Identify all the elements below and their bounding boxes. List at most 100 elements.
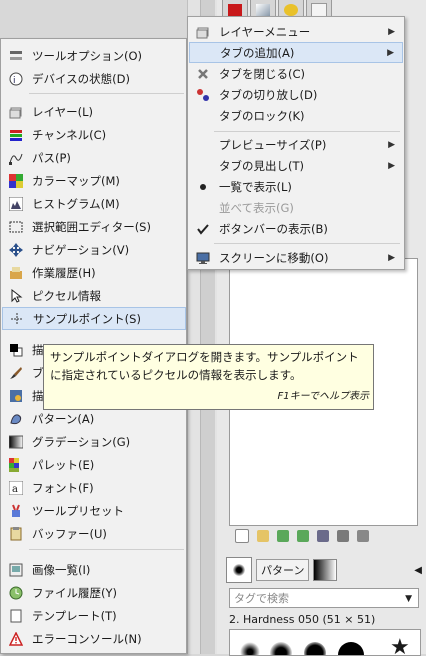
undo-history-icon — [8, 265, 24, 281]
anchor-icon[interactable] — [337, 530, 349, 542]
trash-icon[interactable] — [357, 530, 369, 542]
dock-button-bar — [229, 527, 422, 545]
tag-search-field[interactable]: タグで検索 ▼ — [229, 588, 419, 608]
menu-item-label: ツールオプション(O) — [32, 48, 143, 63]
menu-item-label: グラデーション(G) — [32, 434, 131, 449]
menu-item-navigation[interactable]: ナビゲーション(V) — [2, 238, 186, 261]
menu-item-add-tab[interactable]: タブの追加(A) ▶ — [189, 42, 403, 63]
dock-menu-arrow-icon[interactable]: ◀ — [414, 565, 422, 576]
menu-item-colormap[interactable]: カラーマップ(M) — [2, 169, 186, 192]
menu-item-pointer[interactable]: ピクセル情報 — [2, 284, 186, 307]
menu-item-layers[interactable]: レイヤー(L) — [2, 100, 186, 123]
menu-item-buffers[interactable]: バッファー(U) — [2, 522, 186, 545]
svg-text:a: a — [12, 484, 18, 495]
menu-item-error-console[interactable]: エラーコンソール(N) — [2, 627, 186, 650]
menu-item-tool-options[interactable]: ツールオプション(O) — [2, 44, 186, 67]
menu-item-label: 画像一覧(I) — [32, 562, 91, 577]
duplicate-icon[interactable] — [317, 530, 329, 542]
menu-item-label: ヒストグラム(M) — [32, 196, 120, 211]
menu-item-label: レイヤー(L) — [32, 104, 94, 119]
menu-item-view-as-list[interactable]: 一覧で表示(L) — [189, 176, 403, 197]
star-brush-icon[interactable]: ★ — [390, 637, 410, 656]
menu-item-channels[interactable]: チャンネル(C) — [2, 123, 186, 146]
colormap-icon — [8, 173, 24, 189]
menu-item-label: 選択範囲エディター(S) — [32, 219, 151, 234]
menu-item-tab-style[interactable]: タブの見出し(T) ▶ — [189, 155, 403, 176]
menu-item-fonts[interactable]: a フォント(F) — [2, 476, 186, 499]
menu-item-close-tab[interactable]: タブを閉じる(C) — [189, 63, 403, 84]
menu-item-document-history[interactable]: ファイル履歴(Y) — [2, 581, 186, 604]
templates-icon — [8, 608, 24, 624]
menu-item-label: 一覧で表示(L) — [219, 179, 292, 194]
menu-item-tool-presets[interactable]: ツールプリセット — [2, 499, 186, 522]
sample-points-icon — [9, 311, 25, 327]
menu-item-label: タブを閉じる(C) — [219, 66, 306, 81]
palettes-icon — [8, 457, 24, 473]
patterns-tab[interactable]: パターン — [256, 559, 310, 581]
menu-item-show-button-bar[interactable]: ボタンバーの表示(B) — [189, 218, 403, 239]
brushes-tab[interactable] — [226, 557, 252, 583]
menu-item-paths[interactable]: パス(P) — [2, 146, 186, 169]
radio-selected-icon — [195, 179, 211, 195]
tool-options-icon — [8, 48, 24, 64]
undo-icon — [284, 4, 298, 16]
document-history-icon — [8, 585, 24, 601]
menu-item-templates[interactable]: テンプレート(T) — [2, 604, 186, 627]
menu-separator — [29, 93, 184, 94]
menu-item-label: スクリーンに移動(O) — [219, 250, 329, 265]
menu-item-label: ファイル履歴(Y) — [32, 585, 117, 600]
menu-item-label: デバイスの状態(D) — [32, 71, 130, 86]
paint-dynamics-icon — [8, 388, 24, 404]
brush-grid[interactable]: ★ — [229, 629, 421, 656]
tooltip-line-2: に指定されているピクセルの情報を表示します。 — [50, 368, 302, 382]
menu-item-label: フォント(F) — [32, 480, 94, 495]
folder-icon[interactable] — [257, 530, 269, 542]
menu-item-label: 描 — [32, 388, 44, 403]
brushes-icon — [8, 365, 24, 381]
menu-item-label: ナビゲーション(V) — [32, 242, 130, 257]
new-icon[interactable] — [235, 529, 249, 543]
menu-item-lock-tab[interactable]: タブのロック(K) — [189, 105, 403, 126]
menu-item-label: パレット(E) — [32, 457, 95, 472]
submenu-arrow-icon: ▶ — [387, 47, 394, 58]
submenu-arrow-icon: ▶ — [388, 26, 395, 37]
gradients-tab[interactable] — [313, 559, 338, 581]
menu-item-undo-history[interactable]: 作業履歴(H) — [2, 261, 186, 284]
menu-item-label: タブの見出し(T) — [219, 158, 304, 173]
lower-icon[interactable] — [297, 530, 309, 542]
menu-item-label: プレビューサイズ(P) — [219, 137, 327, 152]
device-status-icon: i — [8, 71, 24, 87]
detach-icon — [195, 87, 211, 103]
menu-item-patterns[interactable]: パターン(A) — [2, 407, 186, 430]
submenu-arrow-icon: ▶ — [388, 252, 395, 263]
chevron-down-icon[interactable]: ▼ — [405, 589, 412, 609]
menu-item-view-as-grid: 並べて表示(G) — [189, 197, 403, 218]
menu-item-histogram[interactable]: ヒストグラム(M) — [2, 192, 186, 215]
menu-separator — [214, 243, 400, 244]
paths-icon — [256, 4, 270, 16]
menu-item-detach-tab[interactable]: タブの切り放し(D) — [189, 84, 403, 105]
menu-item-sample-points[interactable]: サンプルポイント(S) — [2, 307, 186, 330]
menu-item-device-status[interactable]: i デバイスの状態(D) — [2, 67, 186, 90]
menu-item-selection-editor[interactable]: 選択範囲エディター(S) — [2, 215, 186, 238]
menu-item-move-to-screen[interactable]: スクリーンに移動(O) ▶ — [189, 247, 403, 268]
buffers-icon — [8, 526, 24, 542]
submenu-arrow-icon: ▶ — [388, 139, 395, 150]
tool-presets-icon — [8, 503, 24, 519]
menu-item-layer-menu[interactable]: レイヤーメニュー ▶ — [189, 21, 403, 42]
checkmark-icon — [195, 221, 211, 237]
tag-search-placeholder: タグで検索 — [234, 592, 289, 605]
menu-item-gradients[interactable]: グラデーション(G) — [2, 430, 186, 453]
menu-item-images[interactable]: 画像一覧(I) — [2, 558, 186, 581]
menu-item-label: ピクセル情報 — [32, 288, 101, 303]
close-icon — [195, 66, 211, 82]
error-console-icon — [8, 631, 24, 647]
images-icon — [8, 562, 24, 578]
menu-item-label: エラーコンソール(N) — [32, 631, 142, 646]
menu-item-label: サンプルポイント(S) — [33, 311, 141, 326]
menu-item-preview-size[interactable]: プレビューサイズ(P) ▶ — [189, 134, 403, 155]
tooltip-help-hint: F1キーでヘルプ表示 — [277, 391, 369, 402]
raise-icon[interactable] — [277, 530, 289, 542]
menu-item-palettes[interactable]: パレット(E) — [2, 453, 186, 476]
menu-item-label: タブのロック(K) — [219, 108, 305, 123]
